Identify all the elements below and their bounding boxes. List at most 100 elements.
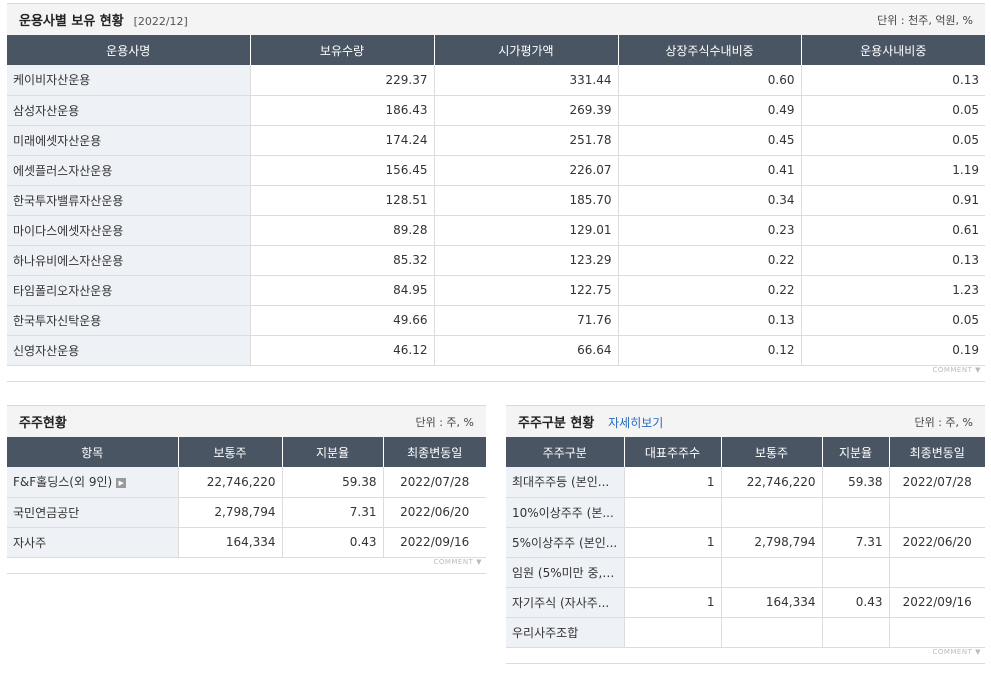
table-cell: 0.05 bbox=[801, 305, 985, 336]
table-cell bbox=[822, 497, 890, 528]
table-cell: 49.66 bbox=[250, 305, 435, 336]
table-cell: 164,334 bbox=[178, 527, 283, 558]
table-cell: 0.41 bbox=[618, 155, 802, 186]
table-row: 케이비자산운용 229.37 331.44 0.60 0.13 bbox=[7, 65, 985, 96]
table-cell bbox=[624, 497, 722, 528]
table-cell bbox=[624, 557, 722, 588]
table-cell: 0.22 bbox=[618, 245, 802, 276]
table-row: 우리사주조합 bbox=[506, 617, 985, 648]
table-cell: 1.19 bbox=[801, 155, 985, 186]
row-label: 타임폴리오자산운용 bbox=[7, 275, 251, 306]
table-cell: 0.49 bbox=[618, 95, 802, 126]
row-label: 자기주식 (자사주... bbox=[506, 587, 625, 618]
row-label: 임원 (5%미만 중, ... bbox=[506, 557, 625, 588]
table-cell: 7.31 bbox=[282, 497, 384, 528]
table-cell: 0.13 bbox=[801, 65, 985, 96]
col-header: 운용사명 bbox=[7, 35, 251, 65]
table-cell bbox=[721, 497, 823, 528]
fund-holdings-title: 운용사별 보유 현황 bbox=[19, 14, 124, 29]
comment-toggle[interactable]: COMMENT ▼ bbox=[506, 648, 985, 664]
table-cell: 0.45 bbox=[618, 125, 802, 156]
shareholder-class-title: 주주구분 현황 bbox=[518, 416, 595, 431]
table-cell: 1 bbox=[624, 527, 722, 558]
table-cell: 59.38 bbox=[822, 467, 890, 498]
table-cell: 174.24 bbox=[250, 125, 435, 156]
table-row: 마이다스에셋자산운용 89.28 129.01 0.23 0.61 bbox=[7, 215, 985, 246]
table-cell bbox=[889, 497, 985, 528]
table-cell: 2,798,794 bbox=[178, 497, 283, 528]
table-cell: 22,746,220 bbox=[178, 467, 283, 498]
col-header: 주주구분 bbox=[506, 437, 625, 467]
row-label: F&F홀딩스(외 9인) ▶ bbox=[7, 467, 179, 498]
row-label: 삼성자산운용 bbox=[7, 95, 251, 126]
col-header: 상장주식수내비중 bbox=[618, 35, 802, 65]
table-row: 5%이상주주 (본인... 1 2,798,794 7.31 2022/06/20 bbox=[506, 527, 985, 558]
row-label: 최대주주등 (본인... bbox=[506, 467, 625, 498]
view-details-link[interactable]: 자세히보기 bbox=[608, 416, 663, 430]
table-cell: 0.22 bbox=[618, 275, 802, 306]
col-header: 최종변동일 bbox=[383, 437, 486, 467]
col-header: 지분율 bbox=[822, 437, 890, 467]
col-header: 시가평가액 bbox=[434, 35, 619, 65]
table-cell bbox=[624, 617, 722, 648]
expand-icon[interactable]: ▶ bbox=[116, 477, 127, 488]
table-cell: 186.43 bbox=[250, 95, 435, 126]
table-cell: 0.13 bbox=[618, 305, 802, 336]
table-cell: 0.05 bbox=[801, 95, 985, 126]
table-cell: 331.44 bbox=[434, 65, 619, 96]
table-cell: 128.51 bbox=[250, 185, 435, 216]
table-cell: 185.70 bbox=[434, 185, 619, 216]
table-row: 타임폴리오자산운용 84.95 122.75 0.22 1.23 bbox=[7, 275, 985, 306]
comment-toggle[interactable]: COMMENT ▼ bbox=[7, 558, 486, 574]
row-label: 우리사주조합 bbox=[506, 617, 625, 648]
col-header: 항목 bbox=[7, 437, 179, 467]
table-row: 한국투자신탁운용 49.66 71.76 0.13 0.05 bbox=[7, 305, 985, 336]
col-header: 보통주 bbox=[178, 437, 283, 467]
table-cell: 164,334 bbox=[721, 587, 823, 618]
table-cell: 2022/09/16 bbox=[889, 587, 985, 618]
fund-holdings-unit: 단위 : 천주, 억원, % bbox=[877, 13, 973, 27]
table-cell: 59.38 bbox=[282, 467, 384, 498]
table-row: 최대주주등 (본인... 1 22,746,220 59.38 2022/07/28 bbox=[506, 467, 985, 498]
table-row: 하나유비에스자산운용 85.32 123.29 0.22 0.13 bbox=[7, 245, 985, 276]
row-label: 마이다스에셋자산운용 bbox=[7, 215, 251, 246]
table-cell: 1 bbox=[624, 587, 722, 618]
table-cell: 66.64 bbox=[434, 335, 619, 366]
table-cell bbox=[721, 617, 823, 648]
table-cell: 2022/07/28 bbox=[383, 467, 486, 498]
table-cell bbox=[822, 557, 890, 588]
row-label: 국민연금공단 bbox=[7, 497, 179, 528]
table-cell: 22,746,220 bbox=[721, 467, 823, 498]
row-label: 한국투자신탁운용 bbox=[7, 305, 251, 336]
table-cell: 84.95 bbox=[250, 275, 435, 306]
table-cell: 2022/07/28 bbox=[889, 467, 985, 498]
table-cell: 2022/09/16 bbox=[383, 527, 486, 558]
table-row: 자기주식 (자사주... 1 164,334 0.43 2022/09/16 bbox=[506, 587, 985, 618]
shareholder-title: 주주현황 bbox=[19, 416, 67, 431]
col-header: 대표주주수 bbox=[624, 437, 722, 467]
table-cell: 0.43 bbox=[282, 527, 384, 558]
fund-holdings-table: 운용사명 보유수량 시가평가액 상장주식수내비중 운용사내비중 케이비자산운용 2… bbox=[7, 35, 985, 366]
table-cell: 251.78 bbox=[434, 125, 619, 156]
table-cell: 1 bbox=[624, 467, 722, 498]
col-header: 최종변동일 bbox=[889, 437, 985, 467]
table-row: 미래에셋자산운용 174.24 251.78 0.45 0.05 bbox=[7, 125, 985, 156]
row-label: 하나유비에스자산운용 bbox=[7, 245, 251, 276]
table-cell: 122.75 bbox=[434, 275, 619, 306]
table-cell: 0.19 bbox=[801, 335, 985, 366]
table-row: 한국투자밸류자산운용 128.51 185.70 0.34 0.91 bbox=[7, 185, 985, 216]
row-label: 5%이상주주 (본인... bbox=[506, 527, 625, 558]
col-header: 지분율 bbox=[282, 437, 384, 467]
table-cell: 1.23 bbox=[801, 275, 985, 306]
table-row: 임원 (5%미만 중, ... bbox=[506, 557, 985, 588]
table-cell: 85.32 bbox=[250, 245, 435, 276]
table-cell: 0.61 bbox=[801, 215, 985, 246]
table-row: 자사주 164,334 0.43 2022/09/16 bbox=[7, 527, 486, 558]
table-cell: 0.13 bbox=[801, 245, 985, 276]
table-cell: 269.39 bbox=[434, 95, 619, 126]
table-cell: 89.28 bbox=[250, 215, 435, 246]
comment-toggle[interactable]: COMMENT ▼ bbox=[7, 366, 985, 382]
col-header: 보통주 bbox=[721, 437, 823, 467]
table-cell: 0.23 bbox=[618, 215, 802, 246]
table-cell: 156.45 bbox=[250, 155, 435, 186]
